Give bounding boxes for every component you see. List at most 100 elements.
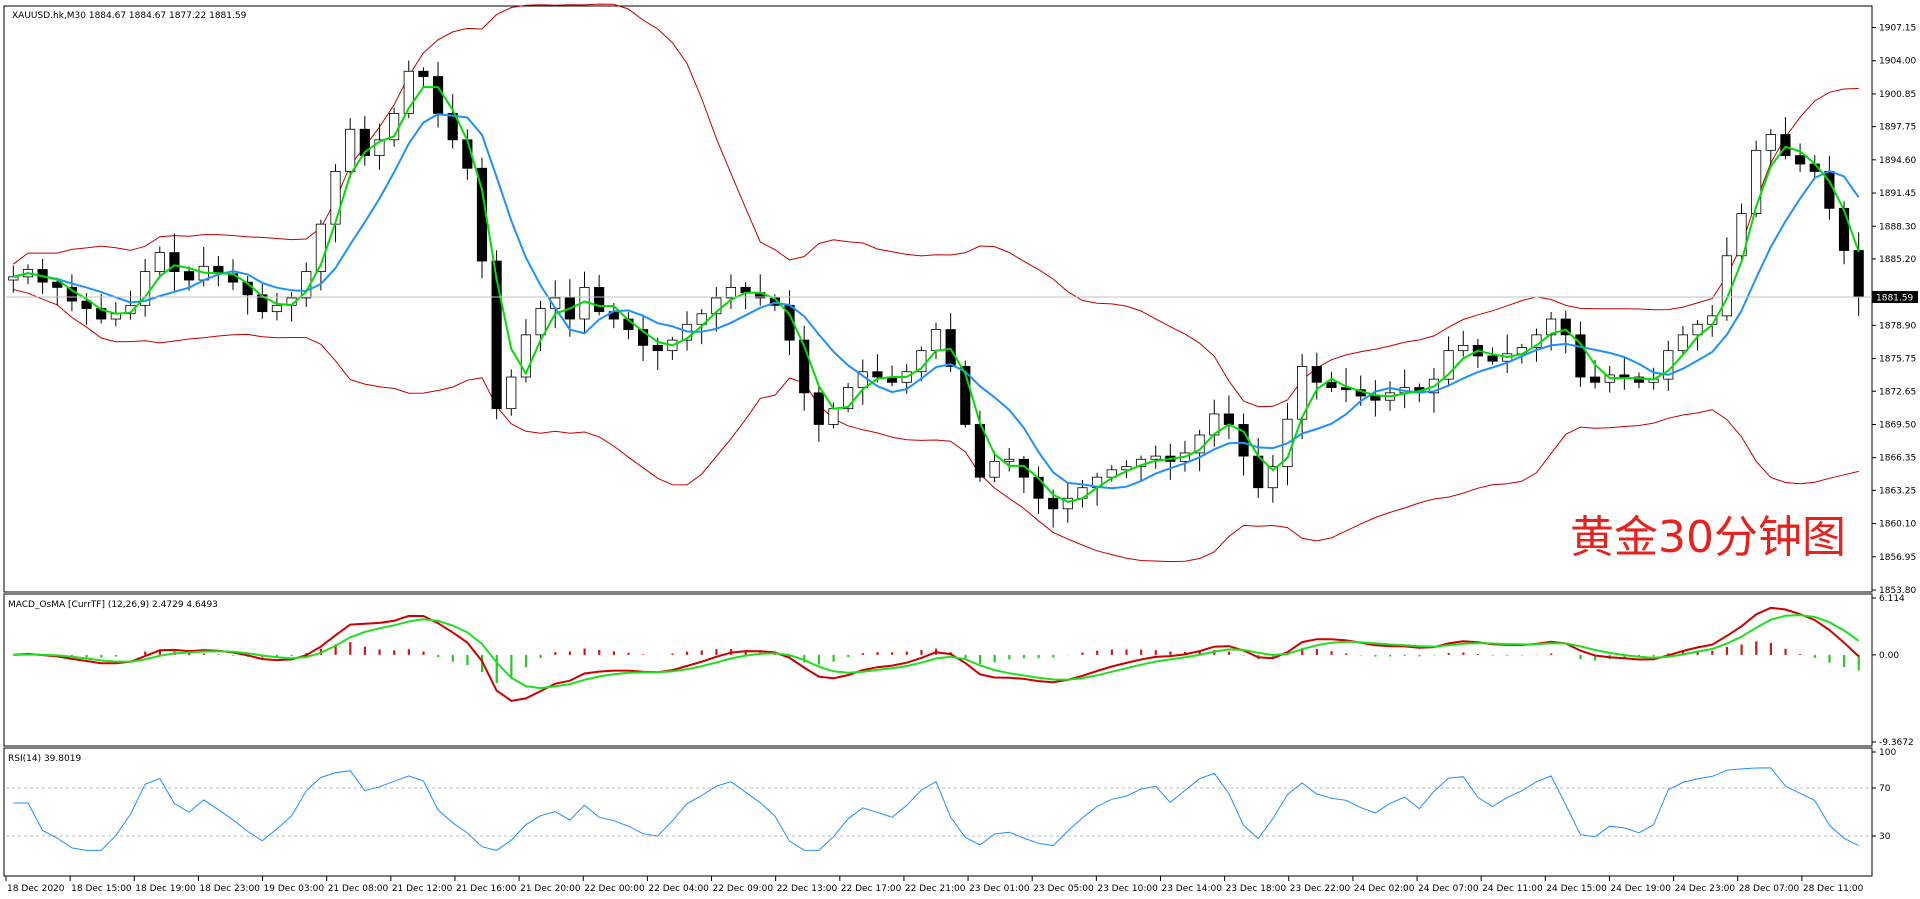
osma-bar [495, 654, 498, 683]
osma-bar [891, 652, 894, 655]
osma-bar [700, 650, 703, 655]
osma-bar [1652, 654, 1655, 657]
candle-body [1326, 381, 1337, 388]
price-tick-label: 1900.85 [1879, 90, 1916, 100]
time-tick-label: 28 Dec 07:00 [1739, 884, 1800, 894]
time-tick-label: 22 Dec 09:00 [713, 884, 774, 894]
osma-bar [100, 654, 103, 658]
osma-bar [1476, 653, 1480, 655]
osma-bar [583, 648, 586, 655]
osma-bar [422, 651, 425, 655]
osma-bar [847, 654, 850, 658]
time-tick-label: 24 Dec 11:00 [1482, 884, 1543, 894]
time-tick-label: 23 Dec 14:00 [1161, 884, 1222, 894]
time-tick-label: 22 Dec 04:00 [648, 884, 709, 894]
time-tick-label: 24 Dec 07:00 [1418, 884, 1479, 894]
osma-bar [188, 653, 191, 655]
macd-panel [3, 593, 1873, 747]
osma-bar [1081, 652, 1084, 655]
candle-body [1048, 497, 1059, 510]
macd-label: MACD_OsMA [CurrTF] (12,26,9) 2.4729 4.64… [8, 600, 218, 610]
osma-bar [1345, 653, 1348, 655]
osma-bar [964, 654, 967, 659]
osma-bar [832, 654, 835, 662]
price-tick-label: 1885.20 [1879, 255, 1916, 265]
macd-tick-label: 0.00 [1879, 651, 1899, 661]
candle-body [154, 252, 165, 272]
price-tick-label: 1891.45 [1879, 189, 1916, 199]
time-tick-label: 23 Dec 18:00 [1226, 884, 1287, 894]
candle-body [872, 371, 883, 378]
candle-body [828, 408, 839, 425]
price-tick-label: 1856.95 [1879, 553, 1916, 563]
osma-bar [993, 654, 996, 663]
candle-body [813, 392, 824, 425]
current-price-label: 1881.59 [1876, 293, 1913, 303]
price-tick-label: 1894.60 [1879, 156, 1916, 166]
osma-bar [1828, 654, 1831, 663]
price-tick-label: 1872.65 [1879, 387, 1916, 397]
osma-bar [1579, 654, 1582, 660]
time-tick-label: 24 Dec 23:00 [1675, 884, 1736, 894]
price-tick-label: 1888.30 [1879, 222, 1916, 232]
chart-annotation: 黄金30分钟图 [1570, 512, 1846, 563]
osma-bar [1711, 650, 1714, 655]
candle-body [1721, 255, 1732, 317]
time-tick-label: 21 Dec 20:00 [520, 884, 581, 894]
time-tick-label: 28 Dec 11:00 [1803, 884, 1864, 894]
time-tick-label: 23 Dec 10:00 [1097, 884, 1158, 894]
osma-bar [1022, 654, 1026, 659]
osma-bar [642, 654, 645, 655]
osma-bar [407, 649, 410, 655]
rsi-tick-label: 100 [1879, 748, 1896, 758]
price-tick-label: 1863.25 [1879, 486, 1916, 496]
candle-body [418, 70, 429, 77]
candle-body [1838, 207, 1850, 251]
time-tick-label: 21 Dec 16:00 [456, 884, 517, 894]
osma-bar [539, 654, 542, 658]
candle-body [183, 271, 195, 281]
osma-bar [510, 654, 513, 678]
rsi-tick-label: 30 [1879, 832, 1891, 842]
candle-body [520, 334, 532, 378]
time-tick-label: 24 Dec 19:00 [1610, 884, 1671, 894]
candle-body [1223, 413, 1235, 425]
price-tick-label: 1878.90 [1879, 321, 1916, 331]
osma-bar [437, 654, 440, 658]
candle-body [1795, 155, 1806, 165]
osma-bar [978, 654, 982, 664]
osma-bar [85, 654, 88, 658]
osma-bar [1096, 650, 1099, 655]
osma-bar [290, 654, 293, 657]
price-tick-label: 1860.10 [1879, 520, 1916, 530]
price-tick-label: 1907.15 [1879, 24, 1916, 34]
candle-body [432, 76, 444, 114]
rsi-label: RSI(14) 39.8019 [8, 754, 81, 764]
osma-bar [1008, 654, 1011, 660]
time-tick-label: 18 Dec 23:00 [199, 884, 260, 894]
time-tick-label: 22 Dec 21:00 [905, 884, 966, 894]
osma-bar [1755, 641, 1758, 655]
osma-bar [1140, 649, 1143, 655]
candle-body [1458, 344, 1469, 352]
osma-bar [1769, 642, 1773, 655]
time-tick-label: 21 Dec 08:00 [328, 884, 389, 894]
candle-body [1311, 366, 1322, 383]
candle-body [1253, 455, 1264, 489]
candle-body [1677, 334, 1689, 352]
osma-bar [598, 649, 601, 655]
candle-body [930, 329, 942, 352]
time-tick-label: 18 Dec 15:00 [71, 884, 132, 894]
osma-bar [627, 652, 630, 655]
osma-bar [393, 650, 396, 655]
osma-bar [378, 649, 381, 655]
macd-tick-label: 6.114 [1879, 594, 1905, 604]
osma-bar [1550, 653, 1553, 655]
candle-body [1765, 134, 1776, 151]
osma-bar [1315, 648, 1318, 655]
candle-body [8, 276, 19, 281]
time-tick-label: 23 Dec 22:00 [1290, 884, 1351, 894]
time-tick-label: 22 Dec 13:00 [777, 884, 838, 894]
candle-body [330, 171, 341, 225]
candle-body [1033, 476, 1044, 499]
